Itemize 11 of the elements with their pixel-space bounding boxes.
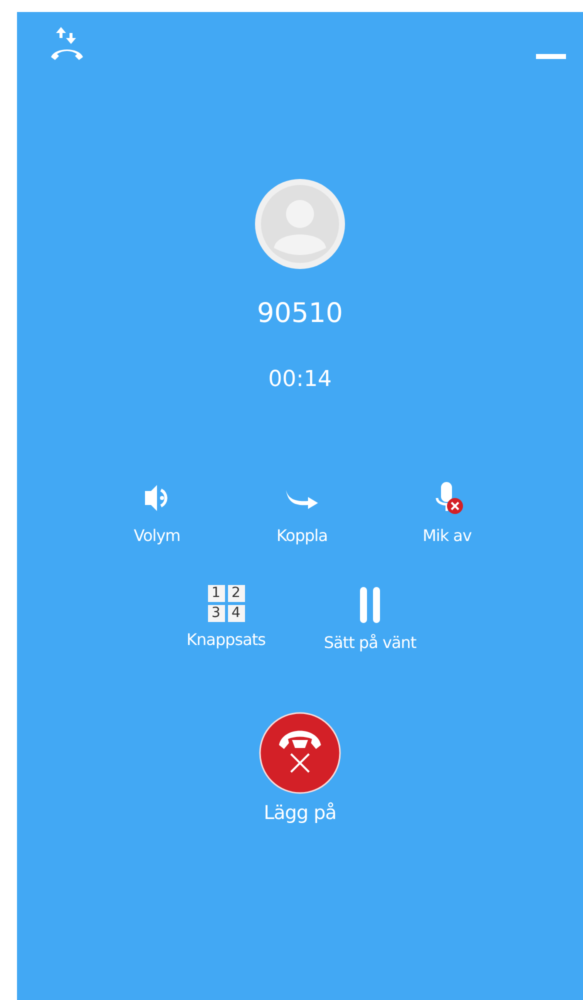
avatar-icon bbox=[254, 178, 346, 270]
call-timer: 00:14 bbox=[268, 367, 332, 392]
hang-up-label: Lägg på bbox=[264, 802, 336, 824]
minimize-icon[interactable] bbox=[536, 54, 566, 60]
action-label[interactable]: Koppla bbox=[276, 526, 328, 545]
hang-up-button[interactable] bbox=[259, 712, 341, 794]
action-label[interactable]: Mik av bbox=[422, 526, 472, 545]
action-label[interactable]: Sätt på vänt bbox=[324, 633, 416, 652]
caller-number: 90510 bbox=[257, 298, 343, 329]
action-label[interactable]: Knappsats bbox=[186, 630, 266, 649]
action-label[interactable]: Volym bbox=[134, 526, 180, 545]
